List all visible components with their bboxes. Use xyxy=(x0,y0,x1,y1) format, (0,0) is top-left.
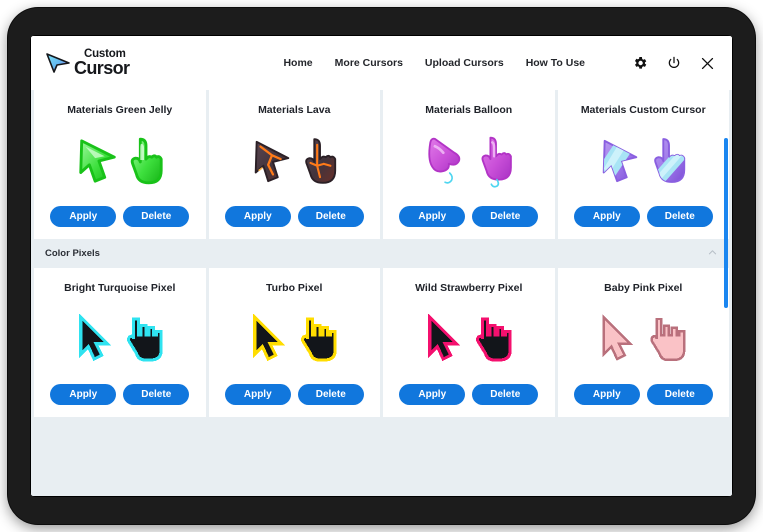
nav-how-to-use[interactable]: How To Use xyxy=(526,57,585,69)
card-buttons: Apply Delete xyxy=(399,206,539,227)
cursor-arrow-logo-icon xyxy=(45,52,71,74)
card-title: Bright Turquoise Pixel xyxy=(64,282,176,294)
nav-home[interactable]: Home xyxy=(283,57,312,69)
nav-upload-cursors[interactable]: Upload Cursors xyxy=(425,57,504,69)
section-header-color-pixels[interactable]: Color Pixels xyxy=(31,239,732,268)
apply-button[interactable]: Apply xyxy=(573,206,640,227)
cursor-card[interactable]: Materials Custom Cursor Apply Delete xyxy=(557,90,729,239)
cursor-card[interactable]: Materials Balloon Apply Delete xyxy=(383,90,555,239)
device-bezel: Custom Cursor Home More Cursors Upload C… xyxy=(30,35,733,497)
cursor-preview-pixel-strawberry xyxy=(393,298,545,380)
main-nav: Home More Cursors Upload Cursors How To … xyxy=(283,55,716,72)
cursor-preview-pixel-yellow xyxy=(219,298,371,380)
chevron-up-icon[interactable] xyxy=(707,245,718,263)
card-title: Turbo Pixel xyxy=(266,282,323,294)
apply-button[interactable]: Apply xyxy=(224,384,291,405)
power-toggle-icon[interactable] xyxy=(665,55,682,72)
content-scroll-area[interactable]: Materials Green Jelly Apply Delete Mater… xyxy=(31,90,732,496)
card-title: Wild Strawberry Pixel xyxy=(415,282,523,294)
cursor-preview-lava xyxy=(219,120,371,202)
cursor-preview-balloon xyxy=(393,120,545,202)
settings-gear-icon[interactable] xyxy=(631,55,648,72)
card-title: Baby Pink Pixel xyxy=(604,282,683,294)
card-buttons: Apply Delete xyxy=(224,384,364,405)
brand-logo[interactable]: Custom Cursor xyxy=(45,48,130,79)
app-header: Custom Cursor Home More Cursors Upload C… xyxy=(31,36,732,90)
app-window: Custom Cursor Home More Cursors Upload C… xyxy=(31,36,732,496)
card-title: Materials Custom Cursor xyxy=(580,104,706,116)
header-actions xyxy=(631,55,716,72)
delete-button[interactable]: Delete xyxy=(123,206,190,227)
cursor-card[interactable]: Bright Turquoise Pixel Apply Delete xyxy=(34,268,206,417)
apply-button[interactable]: Apply xyxy=(399,206,466,227)
card-title: Materials Green Jelly xyxy=(67,104,173,116)
materials-card-row: Materials Green Jelly Apply Delete Mater… xyxy=(31,90,732,239)
apply-button[interactable]: Apply xyxy=(573,384,640,405)
delete-button[interactable]: Delete xyxy=(297,206,364,227)
card-title: Materials Lava xyxy=(258,104,331,116)
vertical-scrollbar[interactable] xyxy=(724,138,728,308)
delete-button[interactable]: Delete xyxy=(123,384,190,405)
card-buttons: Apply Delete xyxy=(50,206,190,227)
cursor-preview-custom-purple xyxy=(568,120,720,202)
cursor-preview-pixel-turquoise xyxy=(44,298,196,380)
apply-button[interactable]: Apply xyxy=(50,206,117,227)
cursor-preview-pixel-babypink xyxy=(568,298,720,380)
card-buttons: Apply Delete xyxy=(399,384,539,405)
apply-button[interactable]: Apply xyxy=(50,384,117,405)
close-window-icon[interactable] xyxy=(699,55,716,72)
logo-wordmark: Custom Cursor xyxy=(74,48,130,79)
card-buttons: Apply Delete xyxy=(224,206,364,227)
cursor-card[interactable]: Baby Pink Pixel Apply Delete xyxy=(557,268,729,417)
delete-button[interactable]: Delete xyxy=(297,384,364,405)
color-pixels-card-row: Bright Turquoise Pixel Apply Delete Turb… xyxy=(31,268,732,417)
device-frame: Custom Cursor Home More Cursors Upload C… xyxy=(8,8,755,524)
apply-button[interactable]: Apply xyxy=(224,206,291,227)
card-title: Materials Balloon xyxy=(425,104,513,116)
delete-button[interactable]: Delete xyxy=(472,384,539,405)
cursor-card[interactable]: Materials Green Jelly Apply Delete xyxy=(34,90,206,239)
card-buttons: Apply Delete xyxy=(573,384,713,405)
card-buttons: Apply Delete xyxy=(50,384,190,405)
delete-button[interactable]: Delete xyxy=(472,206,539,227)
apply-button[interactable]: Apply xyxy=(399,384,466,405)
cursor-card[interactable]: Wild Strawberry Pixel Apply Delete xyxy=(383,268,555,417)
card-buttons: Apply Delete xyxy=(573,206,713,227)
delete-button[interactable]: Delete xyxy=(646,206,713,227)
delete-button[interactable]: Delete xyxy=(646,384,713,405)
section-title: Color Pixels xyxy=(45,248,100,259)
cursor-card[interactable]: Materials Lava Apply Delete xyxy=(208,90,380,239)
logo-word-cursor: Cursor xyxy=(74,58,130,79)
nav-more-cursors[interactable]: More Cursors xyxy=(335,57,403,69)
cursor-preview-jelly-green xyxy=(44,120,196,202)
cursor-card[interactable]: Turbo Pixel Apply Delete xyxy=(208,268,380,417)
